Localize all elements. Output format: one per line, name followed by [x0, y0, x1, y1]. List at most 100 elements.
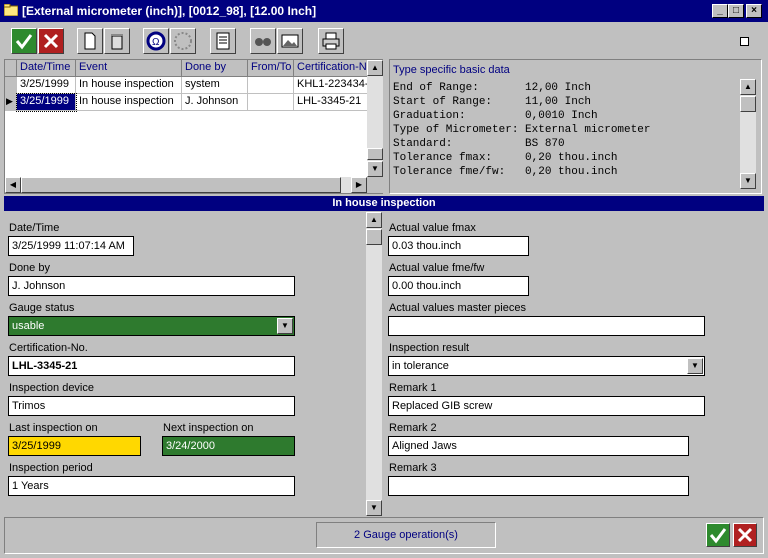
- cancel-icon: [41, 33, 61, 54]
- scroll-up-button[interactable]: ▲: [367, 60, 383, 76]
- printer-icon: [321, 32, 341, 54]
- scroll-left-button[interactable]: ◀: [5, 177, 21, 193]
- spec-row: End of Range: 12,00 Inch: [393, 82, 592, 94]
- gauge-status-value: usable: [12, 320, 45, 332]
- last-inspection-field[interactable]: 3/25/1999: [8, 436, 141, 456]
- master-pieces-field[interactable]: [388, 316, 705, 336]
- chevron-down-icon[interactable]: ▼: [687, 358, 703, 374]
- certification-label: Certification-No.: [9, 342, 88, 354]
- scroll-thumb[interactable]: [367, 148, 383, 160]
- scroll-down-button[interactable]: ▼: [740, 173, 756, 189]
- remark2-field[interactable]: Aligned Jaws: [388, 436, 689, 456]
- table-cell[interactable]: KHL1-223434-: [294, 77, 368, 94]
- delete-button[interactable]: [104, 28, 130, 54]
- done-by-field[interactable]: J. Johnson: [8, 276, 295, 296]
- inspection-period-field[interactable]: 1 Years: [8, 476, 295, 496]
- grid-header-certification[interactable]: Certification-No: [294, 60, 368, 77]
- scroll-right-button[interactable]: ▶: [351, 177, 367, 193]
- grid-vertical-scrollbar[interactable]: ▲ ▼: [367, 60, 383, 177]
- spec-text: End of Range: 12,00 Inch Start of Range:…: [390, 79, 740, 189]
- remark1-field[interactable]: Replaced GIB screw: [388, 396, 705, 416]
- dotted-circle-button[interactable]: [170, 28, 196, 54]
- scroll-up-button[interactable]: ▲: [740, 79, 756, 95]
- form-scrollbar[interactable]: ▲ ▼: [366, 212, 382, 516]
- dotted-circle-icon: [173, 32, 193, 54]
- maximize-button[interactable]: □: [728, 4, 744, 18]
- scroll-up-button[interactable]: ▲: [366, 212, 382, 228]
- ok-bottom-button[interactable]: [706, 523, 730, 547]
- fmefw-field[interactable]: 0.00 thou.inch: [388, 276, 529, 296]
- fmefw-label: Actual value fme/fw: [389, 262, 485, 274]
- scroll-down-button[interactable]: ▼: [367, 161, 383, 177]
- report-button[interactable]: [210, 28, 236, 54]
- ok-button[interactable]: [11, 28, 37, 54]
- inspection-device-label: Inspection device: [9, 382, 94, 394]
- section-header: In house inspection: [4, 196, 764, 211]
- scroll-thumb[interactable]: [366, 229, 382, 245]
- binoculars-icon: [253, 38, 273, 54]
- cancel-icon: [734, 527, 756, 549]
- table-cell[interactable]: In house inspection: [76, 77, 182, 94]
- table-cell[interactable]: [248, 94, 294, 111]
- cancel-button[interactable]: [38, 28, 64, 54]
- delete-icon: [107, 34, 127, 54]
- close-button[interactable]: ×: [746, 4, 762, 18]
- window-title: [External micrometer (inch)], [0012_98],…: [22, 4, 317, 18]
- row-indicator[interactable]: [5, 77, 17, 94]
- chevron-down-icon[interactable]: ▼: [277, 318, 293, 334]
- table-cell-selected[interactable]: 3/25/1999: [16, 93, 77, 112]
- table-cell[interactable]: 3/25/1999: [17, 77, 76, 94]
- date-time-label: Date/Time: [9, 222, 60, 234]
- last-inspection-label: Last inspection on: [9, 422, 98, 434]
- remark1-label: Remark 1: [389, 382, 437, 394]
- ok-icon: [707, 528, 729, 549]
- done-by-label: Done by: [9, 262, 50, 274]
- spec-row: Tolerance fmax: 0,20 thou.inch: [393, 152, 618, 164]
- table-cell[interactable]: system: [182, 77, 248, 94]
- scroll-down-button[interactable]: ▼: [366, 500, 382, 516]
- table-cell[interactable]: [248, 77, 294, 94]
- cancel-bottom-button[interactable]: [733, 523, 757, 547]
- report-icon: [213, 32, 233, 54]
- grid-horizontal-scrollbar[interactable]: ◀ ▶: [5, 177, 367, 193]
- spec-scrollbar[interactable]: ▲ ▼: [740, 79, 756, 189]
- grid-header-doneby[interactable]: Done by: [182, 60, 248, 77]
- certification-field[interactable]: LHL-3345-21: [8, 356, 295, 376]
- spec-row: Graduation: 0,0010 Inch: [393, 110, 598, 122]
- spec-row: Type of Micrometer: External micrometer: [393, 124, 651, 136]
- inspection-period-label: Inspection period: [9, 462, 93, 474]
- restore-pane-icon[interactable]: [740, 37, 749, 46]
- minimize-button[interactable]: _: [712, 4, 728, 18]
- ok-icon: [14, 34, 34, 54]
- image-button[interactable]: [277, 28, 303, 54]
- remark3-label: Remark 3: [389, 462, 437, 474]
- grid-header-datetime[interactable]: Date/Time: [17, 60, 76, 77]
- svg-text:Ω: Ω: [152, 37, 160, 48]
- new-document-icon: [80, 32, 100, 54]
- inspection-device-field[interactable]: Trimos: [8, 396, 295, 416]
- table-cell[interactable]: J. Johnson: [182, 94, 248, 111]
- table-cell[interactable]: In house inspection: [76, 94, 182, 111]
- spec-row: Start of Range: 11,00 Inch: [393, 96, 592, 108]
- binoculars-button[interactable]: [250, 28, 276, 54]
- inspection-result-select[interactable]: in tolerance ▼: [388, 356, 705, 376]
- date-time-field[interactable]: 3/25/1999 11:07:14 AM: [8, 236, 134, 256]
- row-indicator-current[interactable]: ▶: [5, 94, 17, 111]
- table-cell[interactable]: LHL-3345-21: [294, 94, 368, 111]
- event-grid: Date/Time Event Done by From/To Certific…: [4, 59, 383, 194]
- next-inspection-field[interactable]: 3/24/2000: [162, 436, 295, 456]
- row-header-corner: [5, 60, 17, 77]
- scroll-thumb[interactable]: [740, 96, 756, 112]
- scroll-corner: [367, 177, 383, 193]
- gauge-button[interactable]: Ω: [143, 28, 169, 54]
- remark3-field[interactable]: [388, 476, 689, 496]
- grid-header-event[interactable]: Event: [76, 60, 182, 77]
- spec-title: Type specific basic data: [393, 64, 510, 76]
- fmax-field[interactable]: 0.03 thou.inch: [388, 236, 529, 256]
- print-button[interactable]: [318, 28, 344, 54]
- grid-header-fromto[interactable]: From/To: [248, 60, 294, 77]
- new-button[interactable]: [77, 28, 103, 54]
- horizontal-scroll-thumb[interactable]: [21, 177, 341, 193]
- gauge-status-select[interactable]: usable ▼: [8, 316, 295, 336]
- master-pieces-label: Actual values master pieces: [389, 302, 526, 314]
